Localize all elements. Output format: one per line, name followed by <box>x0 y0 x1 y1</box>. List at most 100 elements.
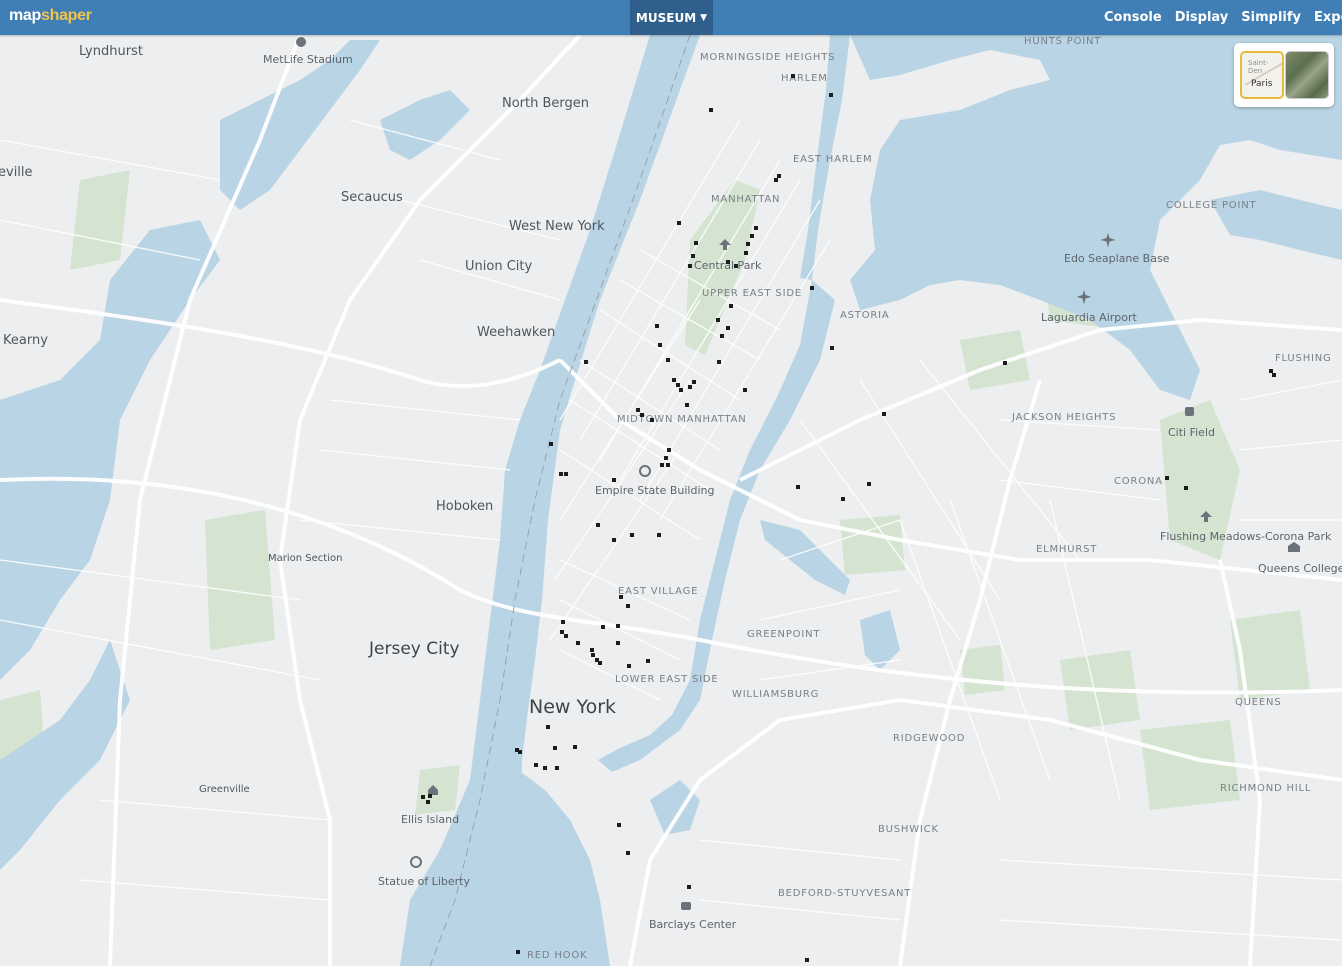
label-astoria: ASTORIA <box>840 310 890 321</box>
museum-point[interactable] <box>616 624 620 628</box>
museum-point[interactable] <box>750 234 754 238</box>
museum-point[interactable] <box>619 595 623 599</box>
museum-point[interactable] <box>534 763 538 767</box>
museum-point[interactable] <box>560 630 564 634</box>
museum-point[interactable] <box>426 800 430 804</box>
museum-point[interactable] <box>841 497 845 501</box>
museum-point[interactable] <box>564 634 568 638</box>
museum-point[interactable] <box>646 659 650 663</box>
museum-point[interactable] <box>720 334 724 338</box>
museum-point[interactable] <box>612 538 616 542</box>
museum-point[interactable] <box>598 661 602 665</box>
museum-point[interactable] <box>543 766 547 770</box>
museum-point[interactable] <box>576 641 580 645</box>
museum-point[interactable] <box>692 380 696 384</box>
mapshaper-logo[interactable]: mapshaper <box>9 7 92 25</box>
museum-point[interactable] <box>650 418 654 422</box>
museum-point[interactable] <box>687 885 691 889</box>
museum-point[interactable] <box>584 360 588 364</box>
museum-point[interactable] <box>1269 369 1273 373</box>
museum-point[interactable] <box>546 725 550 729</box>
museum-point[interactable] <box>677 221 681 225</box>
museum-point[interactable] <box>810 286 814 290</box>
museum-point[interactable] <box>734 264 738 268</box>
museum-point[interactable] <box>616 641 620 645</box>
museum-point[interactable] <box>655 324 659 328</box>
museum-point[interactable] <box>685 403 689 407</box>
museum-point[interactable] <box>830 346 834 350</box>
museum-point[interactable] <box>666 358 670 362</box>
museum-point[interactable] <box>561 620 565 624</box>
museum-point[interactable] <box>553 746 557 750</box>
museum-point[interactable] <box>688 264 692 268</box>
museum-point[interactable] <box>667 448 671 452</box>
museum-point[interactable] <box>777 174 781 178</box>
export-button[interactable]: Export <box>1314 10 1342 25</box>
museum-point[interactable] <box>660 463 664 467</box>
museum-point[interactable] <box>658 343 662 347</box>
museum-point[interactable] <box>882 412 886 416</box>
museum-point[interactable] <box>626 851 630 855</box>
console-button[interactable]: Console <box>1104 10 1162 25</box>
museum-point[interactable] <box>627 664 631 668</box>
label-harlem: HARLEM <box>781 73 828 84</box>
museum-point[interactable] <box>640 413 644 417</box>
museum-point[interactable] <box>516 950 520 954</box>
basemap-street-option[interactable]: Saint-Den Paris <box>1240 51 1284 99</box>
museum-point[interactable] <box>664 456 668 460</box>
museum-point[interactable] <box>726 260 730 264</box>
museum-point[interactable] <box>688 385 692 389</box>
museum-point[interactable] <box>636 408 640 412</box>
museum-point[interactable] <box>774 178 778 182</box>
map-canvas[interactable]: MORNINGSIDE HEIGHTS HARLEM EAST HARLEM M… <box>0 35 1342 966</box>
museum-point[interactable] <box>672 378 676 382</box>
museum-point[interactable] <box>716 318 720 322</box>
museum-point[interactable] <box>743 388 747 392</box>
museum-point[interactable] <box>549 442 553 446</box>
museum-point[interactable] <box>796 485 800 489</box>
museum-point[interactable] <box>829 93 833 97</box>
museum-point[interactable] <box>1165 476 1169 480</box>
label-east-village: EAST VILLAGE <box>618 586 698 597</box>
label-union-city: Union City <box>465 259 532 274</box>
museum-point[interactable] <box>421 795 425 799</box>
museum-point[interactable] <box>791 74 795 78</box>
museum-point[interactable] <box>612 478 616 482</box>
simplify-button[interactable]: Simplify <box>1241 10 1301 25</box>
museum-point[interactable] <box>746 242 750 246</box>
museum-point[interactable] <box>717 360 721 364</box>
museum-point[interactable] <box>630 533 634 537</box>
museum-point[interactable] <box>428 794 432 798</box>
museum-point[interactable] <box>1184 486 1188 490</box>
museum-point[interactable] <box>691 254 695 258</box>
museum-point[interactable] <box>518 750 522 754</box>
museum-point[interactable] <box>709 108 713 112</box>
museum-point[interactable] <box>744 251 748 255</box>
display-button[interactable]: Display <box>1175 10 1229 25</box>
museum-point[interactable] <box>676 383 680 387</box>
museum-point[interactable] <box>590 648 594 652</box>
museum-point[interactable] <box>564 472 568 476</box>
museum-point[interactable] <box>666 463 670 467</box>
museum-point[interactable] <box>729 304 733 308</box>
museum-point[interactable] <box>1272 373 1276 377</box>
basemap-satellite-option[interactable] <box>1285 51 1329 99</box>
museum-point[interactable] <box>867 482 871 486</box>
museum-point[interactable] <box>573 745 577 749</box>
museum-point[interactable] <box>694 241 698 245</box>
museum-point[interactable] <box>726 326 730 330</box>
label-ridgewood: RIDGEWOOD <box>893 733 965 744</box>
museum-point[interactable] <box>555 766 559 770</box>
museum-point[interactable] <box>626 604 630 608</box>
museum-point[interactable] <box>601 625 605 629</box>
museum-point[interactable] <box>559 472 563 476</box>
museum-point[interactable] <box>805 958 809 962</box>
museum-point[interactable] <box>657 533 661 537</box>
museum-point[interactable] <box>617 823 621 827</box>
museum-point[interactable] <box>679 388 683 392</box>
museum-point[interactable] <box>596 523 600 527</box>
layer-menu-button[interactable]: MUSEUM ▼ <box>630 0 713 35</box>
museum-point[interactable] <box>754 226 758 230</box>
museum-point[interactable] <box>591 653 595 657</box>
museum-point[interactable] <box>1003 361 1007 365</box>
